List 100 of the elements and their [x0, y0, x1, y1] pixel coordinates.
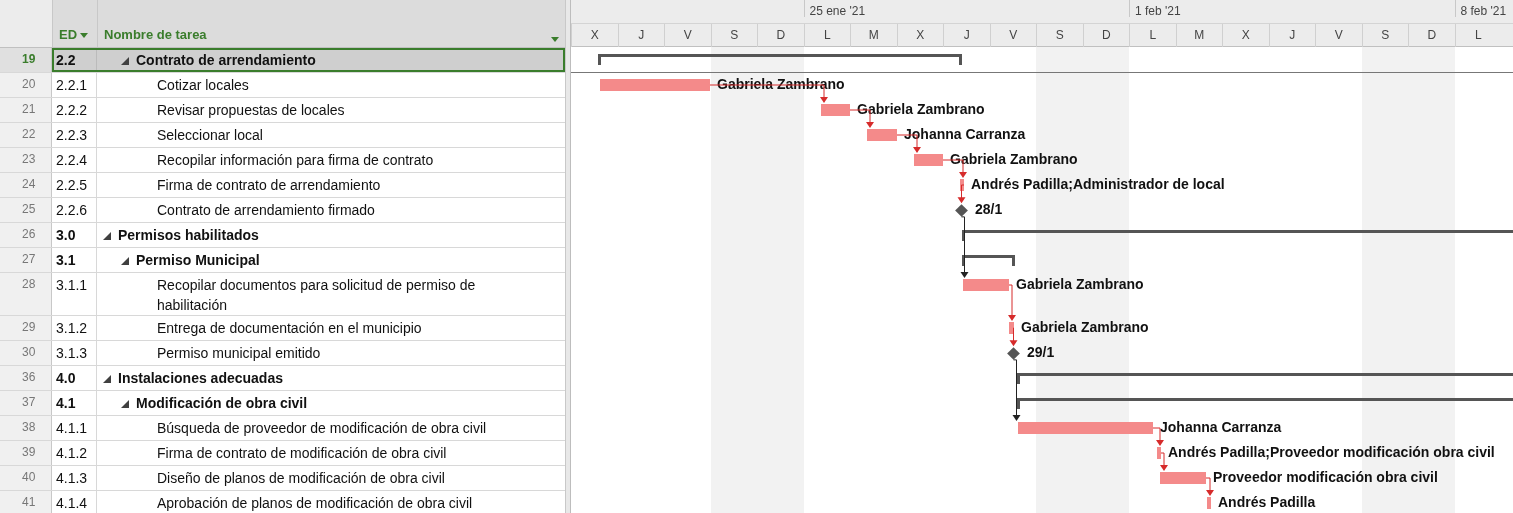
task-name: Recopilar documentos para solicitud de permiso de habilitación: [157, 276, 477, 315]
task-name: Permisos habilitados: [118, 226, 259, 245]
day-label: M: [850, 24, 897, 47]
task-row[interactable]: 3.1.2 Entrega de documentación en el municipio: [52, 316, 565, 340]
task-row[interactable]: 2.2.4 Recopilar información para firma de contrato: [52, 148, 565, 172]
dependency-arrow: [1008, 284, 1016, 321]
week-label: 25 ene '21: [803, 0, 866, 17]
task-row[interactable]: 3.1.1 Recopilar documentos para solicitud de permiso de habilitación: [52, 273, 565, 315]
task-name: Instalaciones adecuadas: [118, 369, 283, 388]
table-cell: 4.1.1: [52, 416, 97, 440]
task-row[interactable]: 2.2 Contrato de arrendamiento: [52, 48, 565, 72]
task-row[interactable]: 2.2.3 Seleccionar local: [52, 123, 565, 147]
task-row[interactable]: 2.2.5 Firma de contrato de arrendamiento: [52, 173, 565, 197]
task-name: Permiso municipal emitido: [157, 344, 321, 363]
task-row[interactable]: 3.1.3 Permiso municipal emitido: [52, 341, 565, 365]
task-name: Firma de contrato de arrendamiento: [157, 176, 381, 195]
row-number: 24: [0, 173, 52, 197]
table-cell: 2.2: [52, 48, 97, 72]
table-cell: 3.1.2: [52, 316, 97, 340]
task-name: Recopilar información para firma de contrato: [157, 151, 434, 170]
row-number: 36: [0, 366, 52, 390]
row-number: 23: [0, 148, 52, 172]
task-name: Firma de contrato de modificación de obra civil: [157, 444, 447, 463]
task-name: Entrega de documentación en el municipio: [157, 319, 422, 338]
dependency-arrow: [1205, 477, 1214, 496]
dependency-arrow: [1160, 452, 1168, 471]
row-number: 38: [0, 416, 52, 440]
dependency-arrow: [957, 184, 966, 204]
task-row[interactable]: 4.1.2 Firma de contrato de modificación de obra civil: [52, 441, 565, 465]
task-row[interactable]: 4.0 Instalaciones adecuadas: [52, 366, 565, 390]
task-row[interactable]: 4.1.1 Búsqueda de proveedor de modificación de obra civil: [52, 416, 565, 440]
table-cell: 4.0: [52, 366, 97, 390]
task-bar: [914, 154, 943, 166]
row-number: 20: [0, 73, 52, 97]
week-label: 8 feb '21: [1454, 0, 1507, 17]
day-label: V: [664, 24, 711, 47]
resource-label: Andrés Padilla: [1218, 493, 1316, 511]
expand-triangle-icon[interactable]: [121, 400, 129, 408]
resource-label: Andrés Padilla;Proveedor modificación obra civil: [1168, 443, 1495, 461]
table-cell: 4.1.2: [52, 441, 97, 465]
task-bar: [1160, 472, 1206, 484]
task-bar: [1009, 322, 1014, 334]
summary-bar: [962, 255, 1015, 266]
task-bar: [821, 104, 850, 116]
dropdown-caret-icon[interactable]: [551, 37, 559, 42]
row-number: 37: [0, 391, 52, 415]
row-number: 41: [0, 491, 52, 513]
task-name: Aprobación de planos de modificación de obra civil: [157, 494, 473, 513]
resource-label: Johanna Carranza: [904, 125, 1026, 143]
dropdown-caret-icon[interactable]: [80, 33, 89, 38]
day-label: L: [803, 24, 850, 47]
day-label: X: [571, 24, 618, 47]
expand-triangle-icon[interactable]: [121, 257, 129, 265]
task-name: Diseño de planos de modificación de obra civil: [157, 469, 445, 488]
task-bar: [1157, 447, 1161, 459]
task-bar: [867, 129, 897, 141]
table-cell: 4.1.3: [52, 466, 97, 490]
day-label: X: [896, 24, 943, 47]
dependency-arrow: [1009, 327, 1018, 347]
table-cell: 2.2.2: [52, 98, 97, 122]
task-row[interactable]: 2.2.1 Cotizar locales: [52, 73, 565, 97]
task-row[interactable]: 2.2.2 Revisar propuestas de locales: [52, 98, 565, 122]
table-cell: 2.2.1: [52, 73, 97, 97]
column-header[interactable]: ED: [59, 27, 78, 42]
column-header[interactable]: Nombre de tarea: [104, 27, 207, 42]
resource-label: Gabriela Zambrano: [1021, 318, 1149, 336]
milestone-date: 28/1: [975, 200, 1003, 218]
task-row[interactable]: 3.1 Permiso Municipal: [52, 248, 565, 272]
task-row[interactable]: 4.1.3 Diseño de planos de modificación de obra civil: [52, 466, 565, 490]
day-label: L: [1454, 24, 1501, 47]
row-number: 29: [0, 316, 52, 340]
task-bar: [963, 279, 1009, 291]
resource-label: Proveedor modificación obra civil: [1213, 468, 1438, 486]
task-row[interactable]: 2.2.6 Contrato de arrendamiento firmado: [52, 198, 565, 222]
table-cell: 2.2.4: [52, 148, 97, 172]
table-cell: 3.1.1: [52, 273, 97, 315]
table-cell: 2.2.5: [52, 173, 97, 197]
task-row[interactable]: 4.1 Modificación de obra civil: [52, 391, 565, 415]
row-number: 26: [0, 223, 52, 247]
expand-triangle-icon[interactable]: [103, 375, 111, 383]
task-row[interactable]: 3.0 Permisos habilitados: [52, 223, 565, 247]
day-label: J: [943, 24, 990, 47]
row-number: 25: [0, 198, 52, 222]
table-cell: 2.2.6: [52, 198, 97, 222]
task-name: Modificación de obra civil: [136, 394, 308, 413]
expand-triangle-icon[interactable]: [121, 57, 129, 65]
resource-label: Gabriela Zambrano: [1016, 275, 1144, 293]
task-row[interactable]: 4.1.4 Aprobación de planos de modificación de obra civil: [52, 491, 565, 513]
row-number: 40: [0, 466, 52, 490]
task-name: Seleccionar local: [157, 126, 263, 145]
resource-label: Johanna Carranza: [1160, 418, 1282, 436]
resource-label: Gabriela Zambrano: [717, 75, 845, 93]
row-number: 19: [0, 48, 52, 72]
table-cell: 4.1.4: [52, 491, 97, 513]
milestone-date: 29/1: [1027, 343, 1055, 361]
day-label: V: [1315, 24, 1362, 47]
task-name: Búsqueda de proveedor de modificación de obra civil: [157, 419, 487, 438]
expand-triangle-icon[interactable]: [103, 232, 111, 240]
resource-label: Gabriela Zambrano: [950, 150, 1078, 168]
task-name: Permiso Municipal: [136, 251, 260, 270]
